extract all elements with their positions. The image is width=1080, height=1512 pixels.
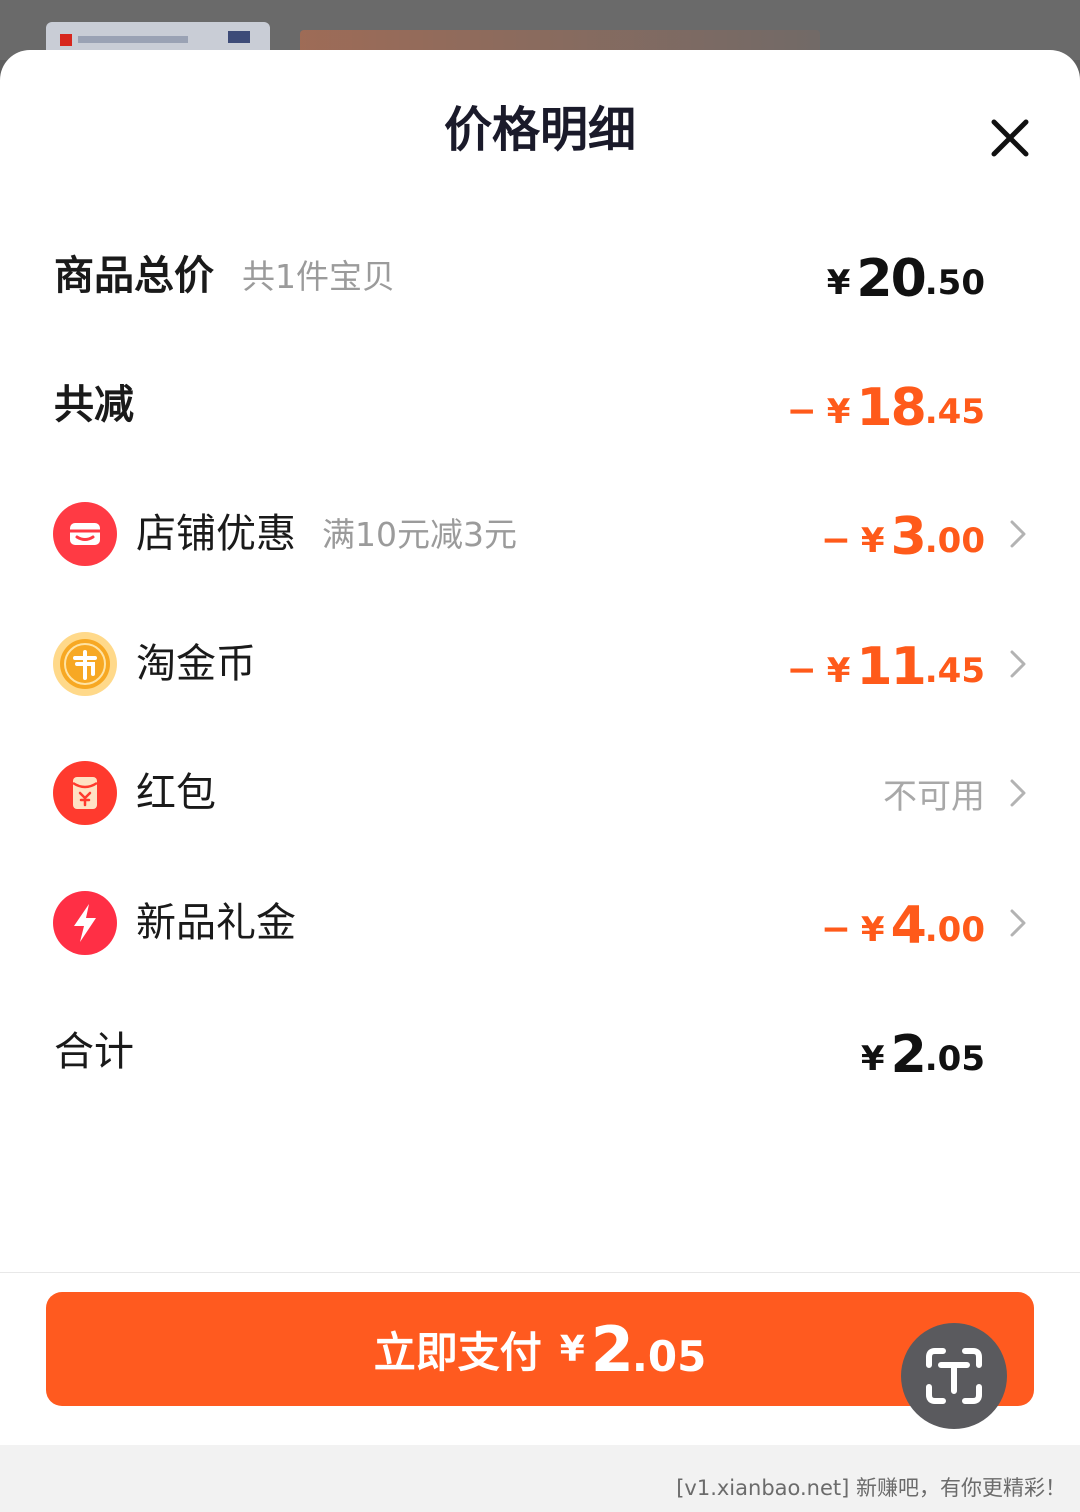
watermark-text: [v1.xianbao.net] 新赚吧，有你更精彩！ [676, 1476, 1066, 1500]
amount-integer: 3 [890, 507, 927, 567]
total-reduction-row: 共减 − ¥18.45 [0, 365, 1080, 445]
amount-integer: 4 [890, 896, 927, 956]
total-amount: ¥2.05 [861, 1012, 985, 1092]
new-product-gift-row[interactable]: 新品礼金 − ¥4.00 [0, 883, 1080, 963]
reduction-amount: − ¥18.45 [787, 365, 985, 445]
red-packet-row[interactable]: 红包 不可用 [0, 753, 1080, 833]
red-packet-label: 红包 [136, 770, 216, 816]
total-row: 合计 ¥2.05 [0, 1012, 1080, 1092]
minus-sign: − [786, 650, 817, 691]
taojin-coins-label: 淘金币 [136, 641, 256, 687]
pay-amount-decimal: .05 [631, 1331, 707, 1381]
new-product-gift-amount: − ¥4.00 [821, 883, 985, 963]
currency-symbol: ¥ [826, 651, 851, 691]
taojin-coins-row[interactable]: 淘金币 − ¥11.45 [0, 624, 1080, 704]
amount-integer: 2 [890, 1025, 927, 1085]
red-packet-status: 不可用 [883, 776, 985, 817]
subtotal-amount: ¥20.50 [827, 236, 985, 316]
pay-now-button[interactable]: 立即支付 ¥ 2 .05 [46, 1292, 1034, 1406]
currency-symbol: ¥ [860, 521, 885, 561]
minus-sign: − [820, 909, 851, 950]
bottom-divider [0, 1272, 1080, 1273]
shop-discount-row[interactable]: 店铺优惠 满10元减3元 − ¥3.00 [0, 494, 1080, 574]
lightning-icon [53, 891, 117, 955]
background-logo-text [78, 36, 188, 43]
text-scan-button[interactable] [901, 1323, 1007, 1429]
background-badge [228, 31, 250, 43]
shop-discount-label: 店铺优惠 [136, 511, 296, 557]
sheet-title: 价格明细 [443, 102, 636, 158]
red-packet-icon [53, 761, 117, 825]
amount-decimal: .50 [924, 263, 985, 303]
currency-symbol: ¥ [559, 1328, 585, 1370]
close-icon [991, 119, 1029, 157]
chevron-right-icon [1010, 909, 1026, 937]
pay-amount-integer: 2 [590, 1312, 634, 1386]
background-logo [60, 34, 72, 46]
chevron-right-icon [1010, 520, 1026, 548]
amount-decimal: .00 [924, 521, 985, 561]
subtotal-row: 商品总价 共1件宝贝 ¥20.50 [0, 236, 1080, 316]
pay-now-label: 立即支付 [373, 1327, 542, 1377]
amount-decimal: .00 [924, 910, 985, 950]
currency-symbol: ¥ [860, 1039, 885, 1079]
new-product-gift-label: 新品礼金 [136, 900, 296, 946]
currency-symbol: ¥ [860, 910, 885, 950]
close-button[interactable] [984, 112, 1036, 164]
currency-symbol: ¥ [826, 392, 851, 432]
amount-decimal: .45 [924, 651, 985, 691]
text-scan-icon [926, 1348, 982, 1404]
taojin-coins-amount: − ¥11.45 [787, 624, 985, 704]
currency-symbol: ¥ [826, 263, 851, 303]
subtotal-label: 商品总价 [54, 253, 214, 299]
amount-integer: 18 [856, 378, 926, 438]
footer-bar: [v1.xianbao.net] 新赚吧，有你更精彩！ [0, 1445, 1080, 1512]
total-label: 合计 [54, 1029, 134, 1075]
amount-integer: 11 [856, 637, 926, 697]
price-detail-sheet: 价格明细 商品总价 共1件宝贝 ¥20.50 共减 −¥18.45 店铺优惠 [0, 50, 1080, 1445]
amount-integer: 20 [856, 249, 926, 309]
reduction-label: 共减 [54, 382, 134, 428]
chevron-right-icon [1010, 779, 1026, 807]
amount-decimal: .45 [924, 392, 985, 432]
chevron-right-icon [1010, 650, 1026, 678]
minus-sign: − [786, 391, 817, 432]
shop-icon [53, 502, 117, 566]
coin-icon [53, 632, 117, 696]
shop-discount-amount: − ¥3.00 [821, 494, 985, 574]
item-count: 共1件宝贝 [242, 257, 395, 296]
amount-decimal: .05 [924, 1039, 985, 1079]
minus-sign: − [820, 520, 851, 561]
shop-discount-rule: 满10元减3元 [322, 515, 517, 554]
